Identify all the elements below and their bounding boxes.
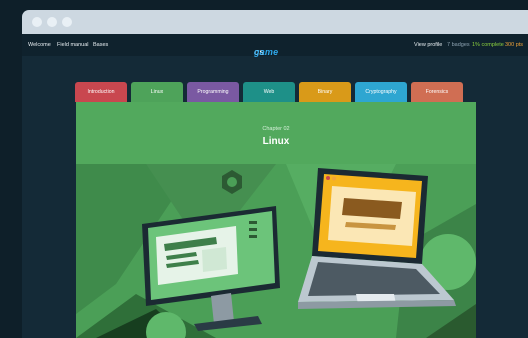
tab-web[interactable]: Web [243, 82, 295, 102]
linux-illustration [76, 164, 476, 338]
chapter-header: Chapter 02 Linux [76, 102, 476, 164]
chapter-number: Chapter 02 [262, 126, 290, 132]
tab-forensics[interactable]: Forensics [411, 82, 463, 102]
tab-programming[interactable]: Programming [187, 82, 239, 102]
badges-count: 7 badges [447, 42, 470, 48]
tab-binary[interactable]: Binary [299, 82, 351, 102]
top-nav: Welcome Field manual Bases cs game View … [22, 34, 528, 57]
view-profile-link[interactable]: View profile [414, 42, 442, 48]
window-dot-icon[interactable] [62, 17, 72, 27]
tab-linux[interactable]: Linux [131, 82, 183, 102]
window-dot-icon[interactable] [47, 17, 57, 27]
tab-introduction[interactable]: Introduction [75, 82, 127, 102]
window-dot-icon[interactable] [32, 17, 42, 27]
tab-cryptography[interactable]: Cryptography [355, 82, 407, 102]
browser-chrome [22, 10, 528, 34]
logo-game: game [254, 47, 279, 57]
nav-link-welcome[interactable]: Welcome [28, 42, 51, 48]
chapter-panel: Chapter 02 Linux [76, 102, 476, 338]
points-count: 300 pts [505, 42, 524, 48]
progress-complete: 1% complete [472, 42, 504, 48]
nav-link-field-manual[interactable]: Field manual [57, 42, 89, 48]
browser-window: Welcome Field manual Bases cs game View … [22, 10, 528, 338]
nav-link-bases[interactable]: Bases [93, 42, 108, 48]
chapter-title: Linux [262, 136, 290, 147]
